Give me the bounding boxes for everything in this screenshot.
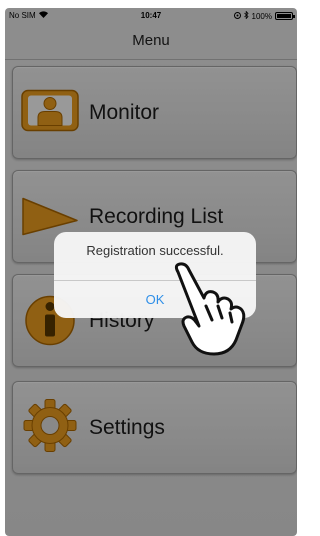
alert-message: Registration successful.: [86, 243, 224, 258]
pointing-hand-icon: [170, 262, 256, 358]
